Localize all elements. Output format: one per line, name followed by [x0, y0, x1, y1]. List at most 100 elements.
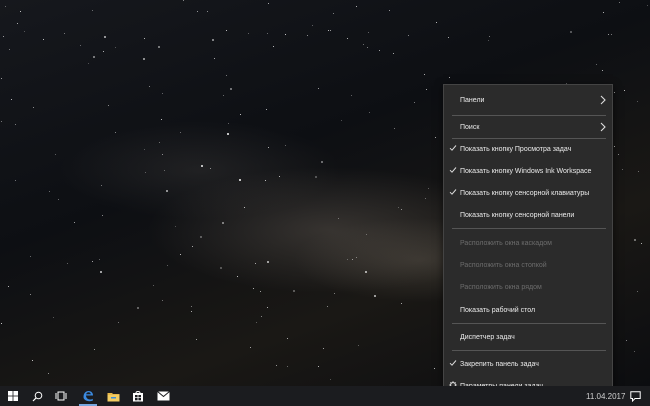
- star-decoration: [394, 128, 395, 129]
- star-decoration: [341, 120, 342, 121]
- star-decoration: [398, 207, 399, 208]
- star-decoration: [212, 39, 214, 41]
- task-view-button[interactable]: [49, 386, 73, 406]
- star-decoration: [321, 161, 323, 163]
- star-decoration: [237, 276, 238, 277]
- star-decoration: [11, 99, 12, 100]
- star-decoration: [223, 95, 224, 96]
- start-button[interactable]: [1, 386, 25, 406]
- store-button[interactable]: [126, 386, 150, 406]
- star-decoration: [334, 293, 335, 294]
- star-decoration: [80, 45, 81, 46]
- search-button[interactable]: [25, 386, 49, 406]
- star-decoration: [239, 179, 241, 181]
- menu-item-label: Закрепить панель задач: [460, 360, 539, 368]
- menu-item-show-touch-keyboard[interactable]: Показать кнопку сенсорной клавиатуры: [444, 182, 612, 204]
- star-decoration: [356, 6, 357, 7]
- menu-item-toolbars[interactable]: Панели: [444, 89, 612, 111]
- star-decoration: [287, 366, 288, 367]
- star-decoration: [374, 295, 376, 297]
- star-decoration: [622, 169, 623, 170]
- star-decoration: [115, 132, 116, 133]
- star-decoration: [260, 291, 261, 292]
- star-decoration: [183, 0, 184, 1]
- menu-item-label: Поиск: [460, 123, 480, 131]
- menu-item-search[interactable]: Поиск: [444, 116, 612, 138]
- star-decoration: [367, 47, 368, 48]
- mail-button[interactable]: [151, 386, 175, 406]
- menu-item-show-touchpad[interactable]: Показать кнопку сенсорной панели: [444, 204, 612, 226]
- star-decoration: [53, 317, 54, 318]
- taskbar[interactable]: 11.04.2017: [0, 386, 650, 406]
- star-decoration: [369, 112, 370, 113]
- menu-item-cascade-windows[interactable]: Расположить окна каскадом: [444, 232, 612, 254]
- star-decoration: [227, 133, 229, 135]
- star-decoration: [276, 365, 277, 366]
- star-decoration: [49, 191, 50, 192]
- star-decoration: [164, 170, 165, 171]
- checkmark-icon: [449, 145, 457, 151]
- star-decoration: [64, 33, 65, 34]
- star-decoration: [267, 261, 269, 263]
- star-decoration: [162, 300, 163, 301]
- menu-item-side-by-side-windows[interactable]: Расположить окна рядом: [444, 276, 612, 298]
- star-decoration: [207, 11, 208, 12]
- star-decoration: [137, 307, 139, 309]
- menu-item-label: Диспетчер задач: [460, 333, 515, 341]
- star-decoration: [330, 30, 331, 31]
- menu-item-label: Расположить окна стопкой: [460, 261, 547, 269]
- star-decoration: [614, 146, 615, 147]
- star-decoration: [366, 234, 367, 235]
- menu-item-show-desktop[interactable]: Показать рабочий стол: [444, 299, 612, 321]
- menu-item-label: Расположить окна каскадом: [460, 239, 552, 247]
- star-decoration: [603, 12, 604, 13]
- star-decoration: [323, 348, 324, 349]
- menu-item-lock-taskbar[interactable]: Закрепить панель задач: [444, 353, 612, 375]
- menu-item-task-manager[interactable]: Диспетчер задач: [444, 326, 612, 348]
- star-decoration: [108, 105, 109, 106]
- star-decoration: [153, 285, 154, 286]
- search-icon: [32, 391, 42, 401]
- star-decoration: [287, 338, 288, 339]
- star-decoration: [327, 306, 328, 307]
- star-decoration: [328, 30, 329, 31]
- menu-item-show-ink-workspace[interactable]: Показать кнопку Windows Ink Workspace: [444, 160, 612, 182]
- star-decoration: [159, 142, 160, 143]
- taskbar-clock[interactable]: 11.04.2017: [586, 392, 625, 401]
- star-decoration: [166, 190, 168, 192]
- star-decoration: [15, 124, 16, 125]
- star-decoration: [200, 236, 202, 238]
- menu-separator: [452, 228, 606, 229]
- star-decoration: [17, 23, 18, 24]
- star-decoration: [268, 147, 269, 148]
- menu-separator: [452, 323, 606, 324]
- star-decoration: [118, 322, 119, 323]
- star-decoration: [158, 46, 160, 48]
- star-decoration: [333, 13, 334, 14]
- star-decoration: [318, 366, 319, 367]
- star-decoration: [634, 351, 635, 352]
- star-decoration: [408, 35, 409, 36]
- star-decoration: [435, 137, 436, 138]
- star-decoration: [201, 165, 203, 167]
- star-decoration: [488, 40, 489, 41]
- file-explorer-button[interactable]: [101, 386, 125, 406]
- star-decoration: [180, 132, 181, 133]
- star-decoration: [226, 30, 227, 31]
- star-decoration: [624, 90, 625, 91]
- star-decoration: [9, 49, 10, 50]
- file-explorer-icon: [107, 392, 119, 401]
- action-center-button[interactable]: [623, 386, 647, 406]
- star-decoration: [448, 37, 449, 38]
- star-decoration: [436, 22, 437, 23]
- star-decoration: [614, 92, 615, 93]
- edge-browser-button[interactable]: [76, 386, 100, 406]
- star-decoration: [214, 58, 215, 59]
- menu-item-label: Панели: [460, 96, 485, 104]
- star-decoration: [55, 154, 56, 155]
- menu-item-show-task-view[interactable]: Показать кнопку Просмотра задач: [444, 138, 612, 160]
- taskbar-context-menu: Панели Поиск Показать кнопку Просмотра з…: [443, 84, 613, 397]
- menu-item-stack-windows[interactable]: Расположить окна стопкой: [444, 254, 612, 276]
- star-decoration: [414, 102, 415, 103]
- star-decoration: [192, 246, 193, 247]
